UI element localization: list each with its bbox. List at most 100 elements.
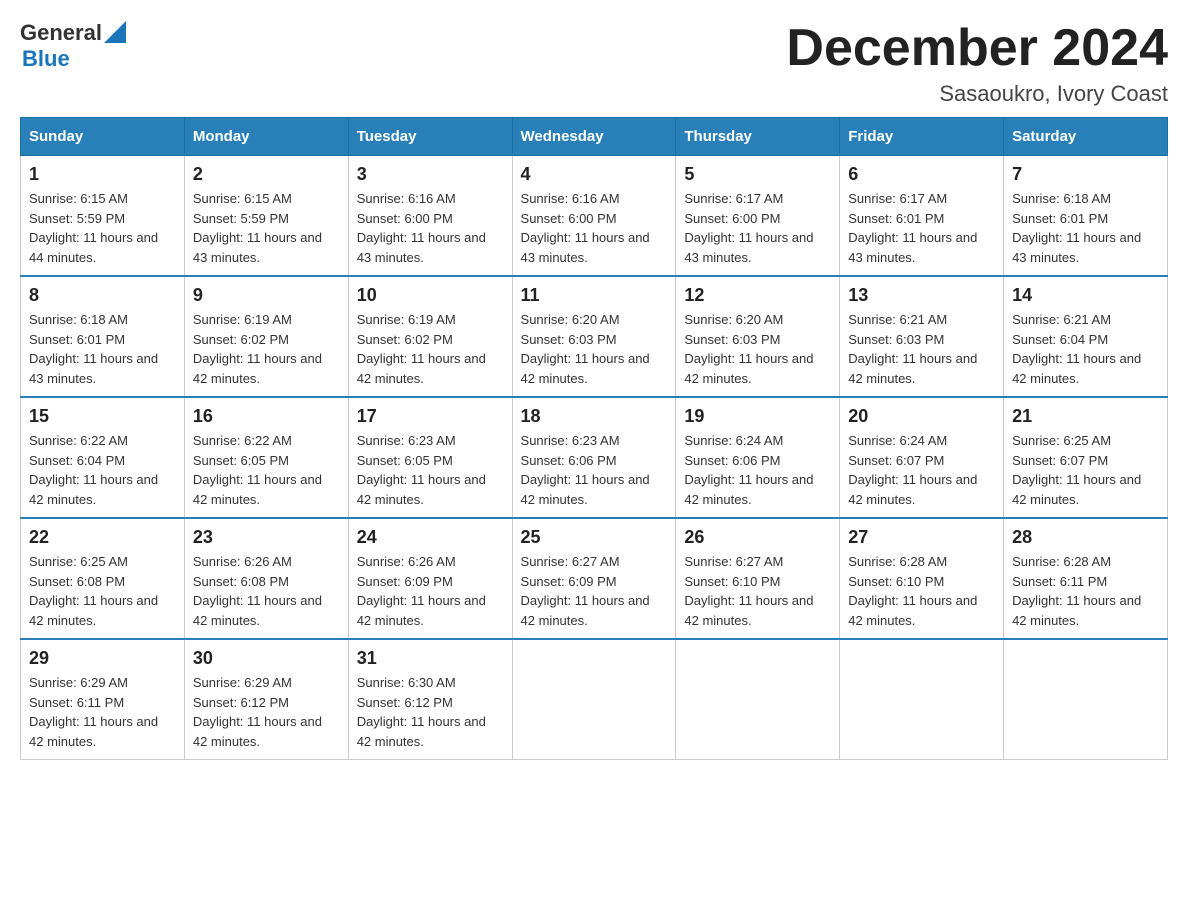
column-header-sunday: Sunday bbox=[21, 118, 185, 156]
day-info: Sunrise: 6:23 AMSunset: 6:05 PMDaylight:… bbox=[357, 431, 504, 509]
day-info: Sunrise: 6:28 AMSunset: 6:10 PMDaylight:… bbox=[848, 552, 995, 630]
day-info: Sunrise: 6:18 AMSunset: 6:01 PMDaylight:… bbox=[29, 310, 176, 388]
day-number: 19 bbox=[684, 406, 831, 427]
calendar-cell: 16 Sunrise: 6:22 AMSunset: 6:05 PMDayligh… bbox=[184, 397, 348, 518]
calendar-cell: 13Sunrise: 6:21 AMSunset: 6:03 PMDayligh… bbox=[840, 276, 1004, 397]
day-number: 23 bbox=[193, 527, 340, 548]
day-number: 21 bbox=[1012, 406, 1159, 427]
calendar-cell: 4Sunrise: 6:16 AMSunset: 6:00 PMDaylight… bbox=[512, 156, 676, 277]
day-number: 6 bbox=[848, 164, 995, 185]
day-number: 9 bbox=[193, 285, 340, 306]
calendar-cell: 12 Sunrise: 6:20 AMSunset: 6:03 PMDayligh… bbox=[676, 276, 840, 397]
calendar-cell: 2Sunrise: 6:15 AMSunset: 5:59 PMDaylight… bbox=[184, 156, 348, 277]
calendar-cell: 7 Sunrise: 6:18 AMSunset: 6:01 PMDaylight… bbox=[1004, 156, 1168, 277]
day-info: Sunrise: 6:21 AMSunset: 6:03 PMDaylight:… bbox=[848, 310, 995, 388]
column-header-wednesday: Wednesday bbox=[512, 118, 676, 156]
day-info: Sunrise: 6:25 AMSunset: 6:08 PMDaylight:… bbox=[29, 552, 176, 630]
day-number: 15 bbox=[29, 406, 176, 427]
calendar-cell: 3 Sunrise: 6:16 AMSunset: 6:00 PMDaylight… bbox=[348, 156, 512, 277]
day-number: 12 bbox=[684, 285, 831, 306]
day-info: Sunrise: 6:22 AMSunset: 6:05 PMDaylight:… bbox=[193, 431, 340, 509]
day-info: Sunrise: 6:20 AMSunset: 6:03 PMDaylight:… bbox=[684, 310, 831, 388]
column-header-saturday: Saturday bbox=[1004, 118, 1168, 156]
day-info: Sunrise: 6:16 AMSunset: 6:00 PMDaylight:… bbox=[357, 189, 504, 267]
day-info: Sunrise: 6:27 AMSunset: 6:09 PMDaylight:… bbox=[521, 552, 668, 630]
calendar-cell: 29 Sunrise: 6:29 AMSunset: 6:11 PMDayligh… bbox=[21, 639, 185, 760]
calendar-cell: 18 Sunrise: 6:23 AMSunset: 6:06 PMDayligh… bbox=[512, 397, 676, 518]
logo: General Blue bbox=[20, 20, 126, 72]
day-number: 26 bbox=[684, 527, 831, 548]
calendar-cell: 11 Sunrise: 6:20 AMSunset: 6:03 PMDayligh… bbox=[512, 276, 676, 397]
day-info: Sunrise: 6:23 AMSunset: 6:06 PMDaylight:… bbox=[521, 431, 668, 509]
day-info: Sunrise: 6:29 AMSunset: 6:11 PMDaylight:… bbox=[29, 673, 176, 751]
day-info: Sunrise: 6:28 AMSunset: 6:11 PMDaylight:… bbox=[1012, 552, 1159, 630]
day-number: 24 bbox=[357, 527, 504, 548]
day-number: 1 bbox=[29, 164, 176, 185]
day-info: Sunrise: 6:18 AMSunset: 6:01 PMDaylight:… bbox=[1012, 189, 1159, 267]
day-info: Sunrise: 6:17 AMSunset: 6:01 PMDaylight:… bbox=[848, 189, 995, 267]
logo-triangle-icon bbox=[104, 21, 126, 43]
column-header-monday: Monday bbox=[184, 118, 348, 156]
calendar-cell: 26 Sunrise: 6:27 AMSunset: 6:10 PMDayligh… bbox=[676, 518, 840, 639]
calendar-cell: 31Sunrise: 6:30 AMSunset: 6:12 PMDayligh… bbox=[348, 639, 512, 760]
calendar-cell: 22 Sunrise: 6:25 AMSunset: 6:08 PMDayligh… bbox=[21, 518, 185, 639]
day-number: 31 bbox=[357, 648, 504, 669]
day-info: Sunrise: 6:19 AMSunset: 6:02 PMDaylight:… bbox=[193, 310, 340, 388]
day-info: Sunrise: 6:17 AMSunset: 6:00 PMDaylight:… bbox=[684, 189, 831, 267]
day-number: 14 bbox=[1012, 285, 1159, 306]
calendar-cell bbox=[676, 639, 840, 760]
calendar-cell: 14 Sunrise: 6:21 AMSunset: 6:04 PMDayligh… bbox=[1004, 276, 1168, 397]
day-number: 3 bbox=[357, 164, 504, 185]
logo-blue-text: Blue bbox=[22, 46, 70, 71]
calendar-cell: 23 Sunrise: 6:26 AMSunset: 6:08 PMDayligh… bbox=[184, 518, 348, 639]
calendar-week-row: 8 Sunrise: 6:18 AMSunset: 6:01 PMDaylight… bbox=[21, 276, 1168, 397]
day-number: 16 bbox=[193, 406, 340, 427]
day-number: 29 bbox=[29, 648, 176, 669]
day-number: 2 bbox=[193, 164, 340, 185]
calendar-cell: 9 Sunrise: 6:19 AMSunset: 6:02 PMDaylight… bbox=[184, 276, 348, 397]
day-info: Sunrise: 6:25 AMSunset: 6:07 PMDaylight:… bbox=[1012, 431, 1159, 509]
page-header: General Blue December 2024 Sasaoukro, Iv… bbox=[20, 20, 1168, 107]
calendar-cell: 25Sunrise: 6:27 AMSunset: 6:09 PMDayligh… bbox=[512, 518, 676, 639]
calendar-week-row: 29 Sunrise: 6:29 AMSunset: 6:11 PMDayligh… bbox=[21, 639, 1168, 760]
calendar-cell bbox=[840, 639, 1004, 760]
day-info: Sunrise: 6:24 AMSunset: 6:07 PMDaylight:… bbox=[848, 431, 995, 509]
calendar-cell: 20 Sunrise: 6:24 AMSunset: 6:07 PMDayligh… bbox=[840, 397, 1004, 518]
day-info: Sunrise: 6:29 AMSunset: 6:12 PMDaylight:… bbox=[193, 673, 340, 751]
column-header-friday: Friday bbox=[840, 118, 1004, 156]
day-number: 18 bbox=[521, 406, 668, 427]
day-number: 30 bbox=[193, 648, 340, 669]
calendar-cell: 17 Sunrise: 6:23 AMSunset: 6:05 PMDayligh… bbox=[348, 397, 512, 518]
column-header-tuesday: Tuesday bbox=[348, 118, 512, 156]
calendar-cell: 21 Sunrise: 6:25 AMSunset: 6:07 PMDayligh… bbox=[1004, 397, 1168, 518]
day-info: Sunrise: 6:20 AMSunset: 6:03 PMDaylight:… bbox=[521, 310, 668, 388]
day-number: 10 bbox=[357, 285, 504, 306]
calendar-week-row: 1Sunrise: 6:15 AMSunset: 5:59 PMDaylight… bbox=[21, 156, 1168, 277]
day-number: 7 bbox=[1012, 164, 1159, 185]
day-number: 17 bbox=[357, 406, 504, 427]
day-number: 5 bbox=[684, 164, 831, 185]
month-title: December 2024 bbox=[786, 20, 1168, 77]
day-info: Sunrise: 6:27 AMSunset: 6:10 PMDaylight:… bbox=[684, 552, 831, 630]
day-info: Sunrise: 6:26 AMSunset: 6:09 PMDaylight:… bbox=[357, 552, 504, 630]
calendar-cell bbox=[512, 639, 676, 760]
calendar-header-row: SundayMondayTuesdayWednesdayThursdayFrid… bbox=[21, 118, 1168, 156]
calendar-cell: 6 Sunrise: 6:17 AMSunset: 6:01 PMDaylight… bbox=[840, 156, 1004, 277]
day-info: Sunrise: 6:19 AMSunset: 6:02 PMDaylight:… bbox=[357, 310, 504, 388]
day-number: 28 bbox=[1012, 527, 1159, 548]
day-number: 4 bbox=[521, 164, 668, 185]
calendar-week-row: 15Sunrise: 6:22 AMSunset: 6:04 PMDayligh… bbox=[21, 397, 1168, 518]
day-number: 8 bbox=[29, 285, 176, 306]
calendar-cell: 28 Sunrise: 6:28 AMSunset: 6:11 PMDayligh… bbox=[1004, 518, 1168, 639]
calendar-cell: 10 Sunrise: 6:19 AMSunset: 6:02 PMDayligh… bbox=[348, 276, 512, 397]
calendar-cell: 19 Sunrise: 6:24 AMSunset: 6:06 PMDayligh… bbox=[676, 397, 840, 518]
calendar-cell bbox=[1004, 639, 1168, 760]
calendar-cell: 8 Sunrise: 6:18 AMSunset: 6:01 PMDaylight… bbox=[21, 276, 185, 397]
day-number: 22 bbox=[29, 527, 176, 548]
day-info: Sunrise: 6:24 AMSunset: 6:06 PMDaylight:… bbox=[684, 431, 831, 509]
day-info: Sunrise: 6:26 AMSunset: 6:08 PMDaylight:… bbox=[193, 552, 340, 630]
day-number: 20 bbox=[848, 406, 995, 427]
day-info: Sunrise: 6:21 AMSunset: 6:04 PMDaylight:… bbox=[1012, 310, 1159, 388]
column-header-thursday: Thursday bbox=[676, 118, 840, 156]
day-number: 11 bbox=[521, 285, 668, 306]
